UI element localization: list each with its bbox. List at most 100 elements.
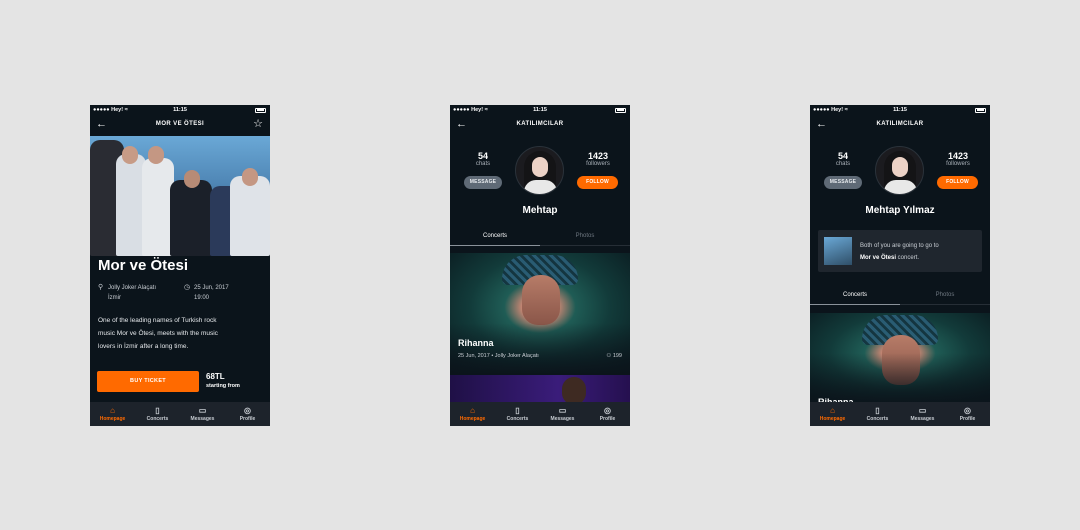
followers-label: followers [946,161,970,167]
tab-profile[interactable]: ◎ Profile [945,402,990,426]
home-icon: ⌂ [470,406,475,415]
nav-title: MOR VE ÖTESI [155,121,205,127]
attendee-count-value: 199 [612,353,622,359]
concert-title[interactable]: Rihanna [458,338,494,348]
star-icon[interactable]: ☆ [253,118,263,130]
profile-tabs: Concerts Photos [450,227,630,246]
concert-detail-screen: ●●●●● Hey! ≈ 11:15 ← MOR VE ÖTESI ☆ Mor … [90,105,270,426]
tab-label: Homepage [819,416,846,422]
nav-bar: ← KATILIMCILAR [450,115,630,136]
tab-bar: ⌂ Homepage ▯ Concerts ▭ Messages ◎ Profile [90,402,270,426]
event-time: 19:00 [194,295,210,301]
tab-homepage[interactable]: ⌂ Homepage [450,402,495,426]
tab-bar: ⌂ Homepage ▯ Concerts ▭ Messages ◎ Profile [450,402,630,426]
tab-label: Profile [239,416,256,422]
user-icon: ◎ [604,406,611,415]
participant-profile-screen: ●●●●● Hey! ≈ 11:15 ← KATILIMCILAR 54 cha… [810,105,990,426]
tab-profile[interactable]: ◎ Profile [585,402,630,426]
concert-meta: 25 Jun, 2017 • Jolly Joker Alaçatı [458,353,539,359]
chats-count: 54 [837,151,848,161]
band-photo [90,136,270,256]
profile-name: Mehtap Yılmaz [865,205,935,216]
tab-label: Profile [959,416,976,422]
tab-profile[interactable]: ◎ Profile [225,402,270,426]
user-icon: ◎ [244,406,251,415]
follow-button[interactable]: FOLLOW [937,176,978,189]
concert-card-image[interactable] [450,375,630,405]
followers-stat: 1423 followers [578,151,618,167]
location-pin-icon: ⚲ [98,284,104,291]
avatar [875,146,924,195]
profile-name: Mehtap [522,205,558,216]
tab-label: Profile [599,416,616,422]
concert-card-image[interactable] [810,313,990,403]
venue-name[interactable]: Jolly Joker Alaçatı [108,285,156,291]
chats-stat: 54 chats [823,151,863,167]
clock-icon: ◷ [184,284,191,291]
tab-concerts[interactable]: ▯ Concerts [855,402,900,426]
tab-messages[interactable]: ▭ Messages [180,402,225,426]
bookmark-icon: ▯ [515,406,520,415]
battery-icon [975,107,986,113]
clock: 11:15 [893,107,907,113]
chat-icon: ▭ [918,406,927,415]
tab-concerts[interactable]: ▯ Concerts [495,402,540,426]
tab-concerts[interactable]: ▯ Concerts [135,402,180,426]
participant-profile-screen: ●●●●● Hey! ≈ 11:15 ← KATILIMCILAR 54 cha… [450,105,630,426]
tab-homepage[interactable]: ⌂ Homepage [810,402,855,426]
profile-tabs: Concerts Photos [810,286,990,305]
notice-text: Both of you are going to go to Mor ve Öt… [860,240,976,264]
message-button[interactable]: MESSAGE [464,176,502,189]
battery-icon [255,107,266,113]
follow-button[interactable]: FOLLOW [577,176,618,189]
band-name: Mor ve Ötesi [98,257,189,274]
tab-concerts[interactable]: Concerts [450,227,540,246]
nav-bar: ← MOR VE ÖTESI ☆ [90,115,270,136]
tab-label: Homepage [459,416,486,422]
description-line: music Mor ve Ötesi, meets with the music [98,330,218,337]
bookmark-icon: ▯ [875,406,880,415]
tab-photos[interactable]: Photos [900,286,990,305]
buy-ticket-button[interactable]: BUY TICKET [97,371,199,392]
notice-suffix: concert. [896,255,920,261]
attendee-count: ⚇ 199 [606,353,622,359]
concert-thumbnail [824,237,852,265]
clock: 11:15 [173,107,187,113]
event-date: 25 Jun, 2017 [194,285,229,291]
followers-stat: 1423 followers [938,151,978,167]
description-line: lovers in İzmir after a long time. [98,343,189,350]
chat-icon: ▭ [198,406,207,415]
tab-bar: ⌂ Homepage ▯ Concerts ▭ Messages ◎ Profile [810,402,990,426]
home-icon: ⌂ [110,406,115,415]
status-bar: ●●●●● Hey! ≈ 11:15 [450,105,630,115]
tab-concerts[interactable]: Concerts [810,286,900,305]
tab-photos[interactable]: Photos [540,227,630,246]
clock: 11:15 [533,107,547,113]
tab-label: Concerts [506,416,529,422]
notice-line: Both of you are going to go to [860,243,939,249]
user-icon: ◎ [964,406,971,415]
tab-messages[interactable]: ▭ Messages [540,402,585,426]
followers-count: 1423 [947,151,969,161]
bookmark-icon: ▯ [155,406,160,415]
price-caption: starting from [206,383,240,389]
chat-icon: ▭ [558,406,567,415]
venue-city: İzmir [108,295,121,301]
followers-count: 1423 [587,151,609,161]
home-icon: ⌂ [830,406,835,415]
tab-homepage[interactable]: ⌂ Homepage [90,402,135,426]
event-description: One of the leading names of Turkish rock… [98,314,260,353]
message-button[interactable]: MESSAGE [824,176,862,189]
shared-concert-notice[interactable]: Both of you are going to go to Mor ve Öt… [818,230,982,272]
tab-messages[interactable]: ▭ Messages [900,402,945,426]
battery-icon [615,107,626,113]
avatar [515,146,564,195]
nav-title: KATILIMCILAR [876,121,924,127]
status-bar: ●●●●● Hey! ≈ 11:15 [90,105,270,115]
chats-count: 54 [477,151,488,161]
nav-title: KATILIMCILAR [516,121,564,127]
tab-label: Concerts [866,416,889,422]
notice-band: Mor ve Ötesi [860,255,897,261]
ticket-price: 68TL [206,372,225,381]
tab-label: Messages [190,416,215,422]
